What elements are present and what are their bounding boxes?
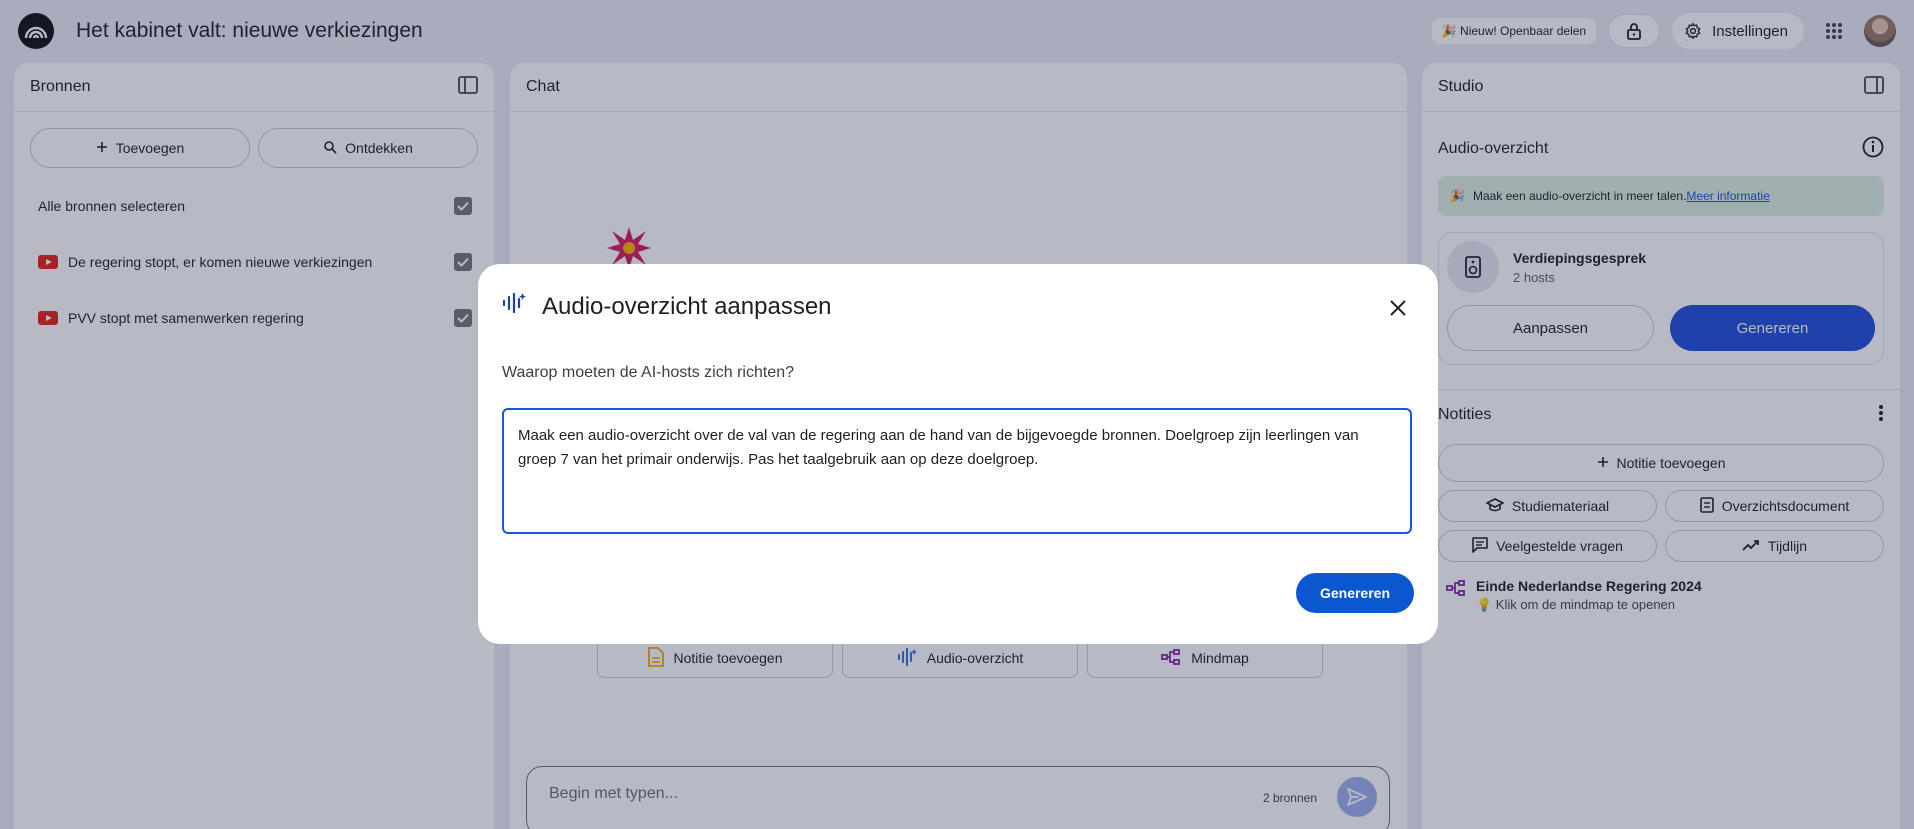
dialog-title: Audio-overzicht aanpassen xyxy=(542,292,832,320)
close-button[interactable] xyxy=(1384,294,1412,322)
audio-wave-icon xyxy=(502,292,526,321)
focus-question: Waarop moeten de AI-hosts zich richten? xyxy=(502,364,794,381)
generate-button[interactable]: Genereren xyxy=(1296,573,1414,613)
close-icon xyxy=(1390,300,1406,316)
customize-audio-dialog: Audio-overzicht aanpassen Waarop moeten … xyxy=(478,264,1438,644)
focus-prompt-textarea[interactable]: Maak een audio-overzicht over de val van… xyxy=(502,408,1412,534)
